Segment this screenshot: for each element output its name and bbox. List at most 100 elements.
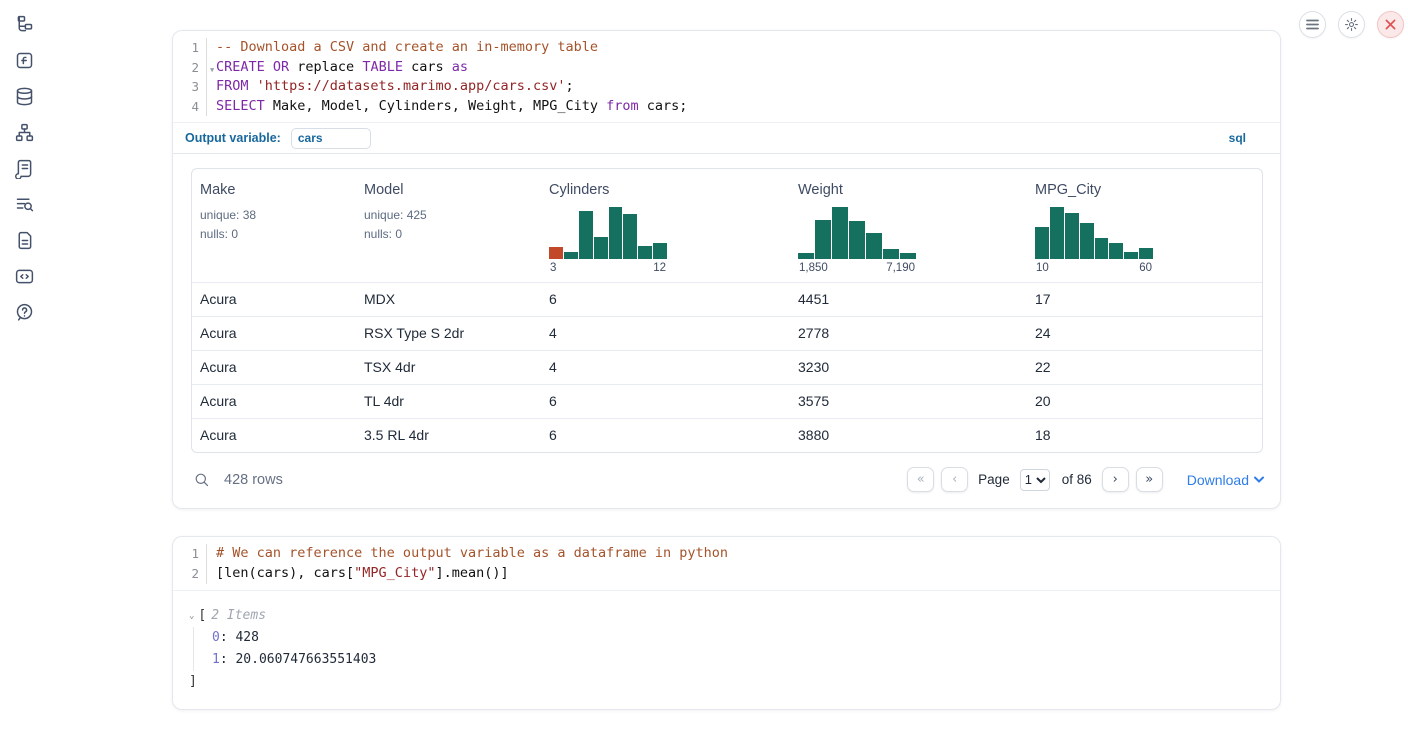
column-header-mpg-city[interactable]: MPG_City 10 60 <box>1027 169 1262 282</box>
snippets-icon[interactable] <box>14 266 35 287</box>
item-value: 428 <box>235 630 258 645</box>
column-header-make[interactable]: Make unique: 38 nulls: 0 <box>192 169 356 282</box>
histogram-bar <box>1124 252 1138 260</box>
axis-max-label: 60 <box>1139 262 1152 274</box>
menu-button[interactable] <box>1299 11 1326 38</box>
column-header-cylinders[interactable]: Cylinders 3 12 <box>541 169 790 282</box>
output-variable-input[interactable] <box>291 128 371 149</box>
item-index: 0 <box>212 630 220 645</box>
first-page-button[interactable]: « <box>907 467 934 492</box>
line-number: 1 <box>173 544 207 564</box>
collapse-chevron-icon[interactable]: ⌄ <box>189 605 194 627</box>
chevron-down-icon <box>1254 476 1264 483</box>
cell-mpg-city: 17 <box>1027 283 1262 316</box>
mpg-city-histogram: 10 60 <box>1035 207 1153 274</box>
help-icon[interactable] <box>14 302 35 323</box>
cell-model: RSX Type S 2dr <box>356 317 541 350</box>
download-label: Download <box>1187 472 1249 488</box>
settings-button[interactable] <box>1338 11 1365 38</box>
python-code-editor[interactable]: 1 # We can reference the output variable… <box>173 537 1280 589</box>
line-number: 3 <box>173 77 207 97</box>
sidebar <box>0 0 48 729</box>
column-name: Make <box>200 182 348 198</box>
cell-cylinders: 4 <box>541 317 790 350</box>
scratchpad-icon[interactable] <box>14 158 35 179</box>
sql-code-editor[interactable]: 1 -- Download a CSV and create an in-mem… <box>173 31 1280 122</box>
dependency-graph-icon[interactable] <box>14 122 35 143</box>
cell-weight: 4451 <box>790 283 1027 316</box>
cell-weight: 3880 <box>790 419 1027 452</box>
python-output: ⌄ [ 2 Items 0: 428 1: 20.060747663551403… <box>173 590 1280 709</box>
output-variable-row: Output variable: sql <box>173 122 1280 154</box>
line-number: 2 <box>173 564 207 584</box>
column-header-weight[interactable]: Weight 1,850 7,190 <box>790 169 1027 282</box>
histogram-bar <box>900 253 916 260</box>
prev-page-button[interactable]: ‹ <box>941 467 968 492</box>
column-unique-stat: unique: 38 <box>200 207 348 224</box>
sql-cell: 1 -- Download a CSV and create an in-mem… <box>172 30 1281 509</box>
cell-mpg-city: 18 <box>1027 419 1262 452</box>
language-badge[interactable]: sql <box>1229 131 1246 145</box>
item-separator: : <box>220 630 236 645</box>
data-table: Make unique: 38 nulls: 0 Model unique: 4… <box>191 168 1263 453</box>
line-number: 4 <box>173 97 207 117</box>
histogram-bar <box>815 220 831 259</box>
code-line: 1 -- Download a CSV and create an in-mem… <box>173 38 1280 58</box>
items-count-label: 2 Items <box>211 605 266 627</box>
file-explorer-icon[interactable] <box>14 14 35 35</box>
item-separator: : <box>220 652 236 667</box>
table-output: Make unique: 38 nulls: 0 Model unique: 4… <box>173 154 1280 453</box>
histogram-bar <box>1035 227 1049 259</box>
histogram-bar <box>653 243 667 259</box>
histogram-bar <box>798 253 814 260</box>
documentation-icon[interactable] <box>14 230 35 251</box>
histogram-bar <box>1065 213 1079 260</box>
column-name: Weight <box>798 182 1019 198</box>
code-line-text: # We can reference the output variable a… <box>207 544 728 564</box>
cell-model: TSX 4dr <box>356 351 541 384</box>
shutdown-button[interactable] <box>1377 11 1404 38</box>
cell-cylinders: 6 <box>541 419 790 452</box>
output-list-header: ⌄ [ 2 Items <box>189 605 1264 627</box>
column-header-model[interactable]: Model unique: 425 nulls: 0 <box>356 169 541 282</box>
download-button[interactable]: Download <box>1187 472 1264 488</box>
cell-make: Acura <box>192 317 356 350</box>
cell-model: MDX <box>356 283 541 316</box>
code-line-text: CREATE OR replace TABLE cars as <box>207 58 468 78</box>
cell-cylinders: 6 <box>541 283 790 316</box>
code-line: 2 [len(cars), cars["MPG_City"].mean()] <box>173 564 1280 584</box>
list-item: 1: 20.060747663551403 <box>212 649 1264 671</box>
code-line-text: -- Download a CSV and create an in-memor… <box>207 38 598 58</box>
list-item: 0: 428 <box>212 627 1264 649</box>
axis-min-label: 10 <box>1036 262 1049 274</box>
histogram-bar <box>579 211 593 260</box>
line-number: 2▼ <box>173 58 207 78</box>
next-page-button[interactable]: › <box>1102 467 1129 492</box>
table-row: Acura RSX Type S 2dr 4 2778 24 <box>192 316 1262 350</box>
logs-icon[interactable] <box>14 194 35 215</box>
weight-histogram: 1,850 7,190 <box>798 207 916 274</box>
python-cell: 1 # We can reference the output variable… <box>172 536 1281 709</box>
histogram-bar <box>549 247 563 259</box>
histogram-bar <box>609 207 623 259</box>
cell-mpg-city: 24 <box>1027 317 1262 350</box>
line-number: 1 <box>173 38 207 58</box>
table-header: Make unique: 38 nulls: 0 Model unique: 4… <box>192 169 1262 282</box>
last-page-button[interactable]: » <box>1136 467 1163 492</box>
page-select[interactable]: 1 <box>1020 469 1050 491</box>
variables-icon[interactable] <box>14 50 35 71</box>
topbar <box>1299 11 1404 38</box>
output-list-entries: 0: 428 1: 20.060747663551403 <box>193 627 1264 671</box>
fold-icon[interactable]: ▼ <box>210 61 214 81</box>
datasources-icon[interactable] <box>14 86 35 107</box>
histogram-bar <box>1109 243 1123 260</box>
cell-make: Acura <box>192 283 356 316</box>
cell-make: Acura <box>192 385 356 418</box>
search-icon[interactable] <box>193 471 210 488</box>
table-row: Acura MDX 6 4451 17 <box>192 282 1262 316</box>
code-line-text: FROM 'https://datasets.marimo.app/cars.c… <box>207 77 574 97</box>
pagination: « ‹ Page 1 of 86 › » <box>907 467 1163 492</box>
code-line: 1 # We can reference the output variable… <box>173 544 1280 564</box>
cell-make: Acura <box>192 351 356 384</box>
code-line: 3 FROM 'https://datasets.marimo.app/cars… <box>173 77 1280 97</box>
